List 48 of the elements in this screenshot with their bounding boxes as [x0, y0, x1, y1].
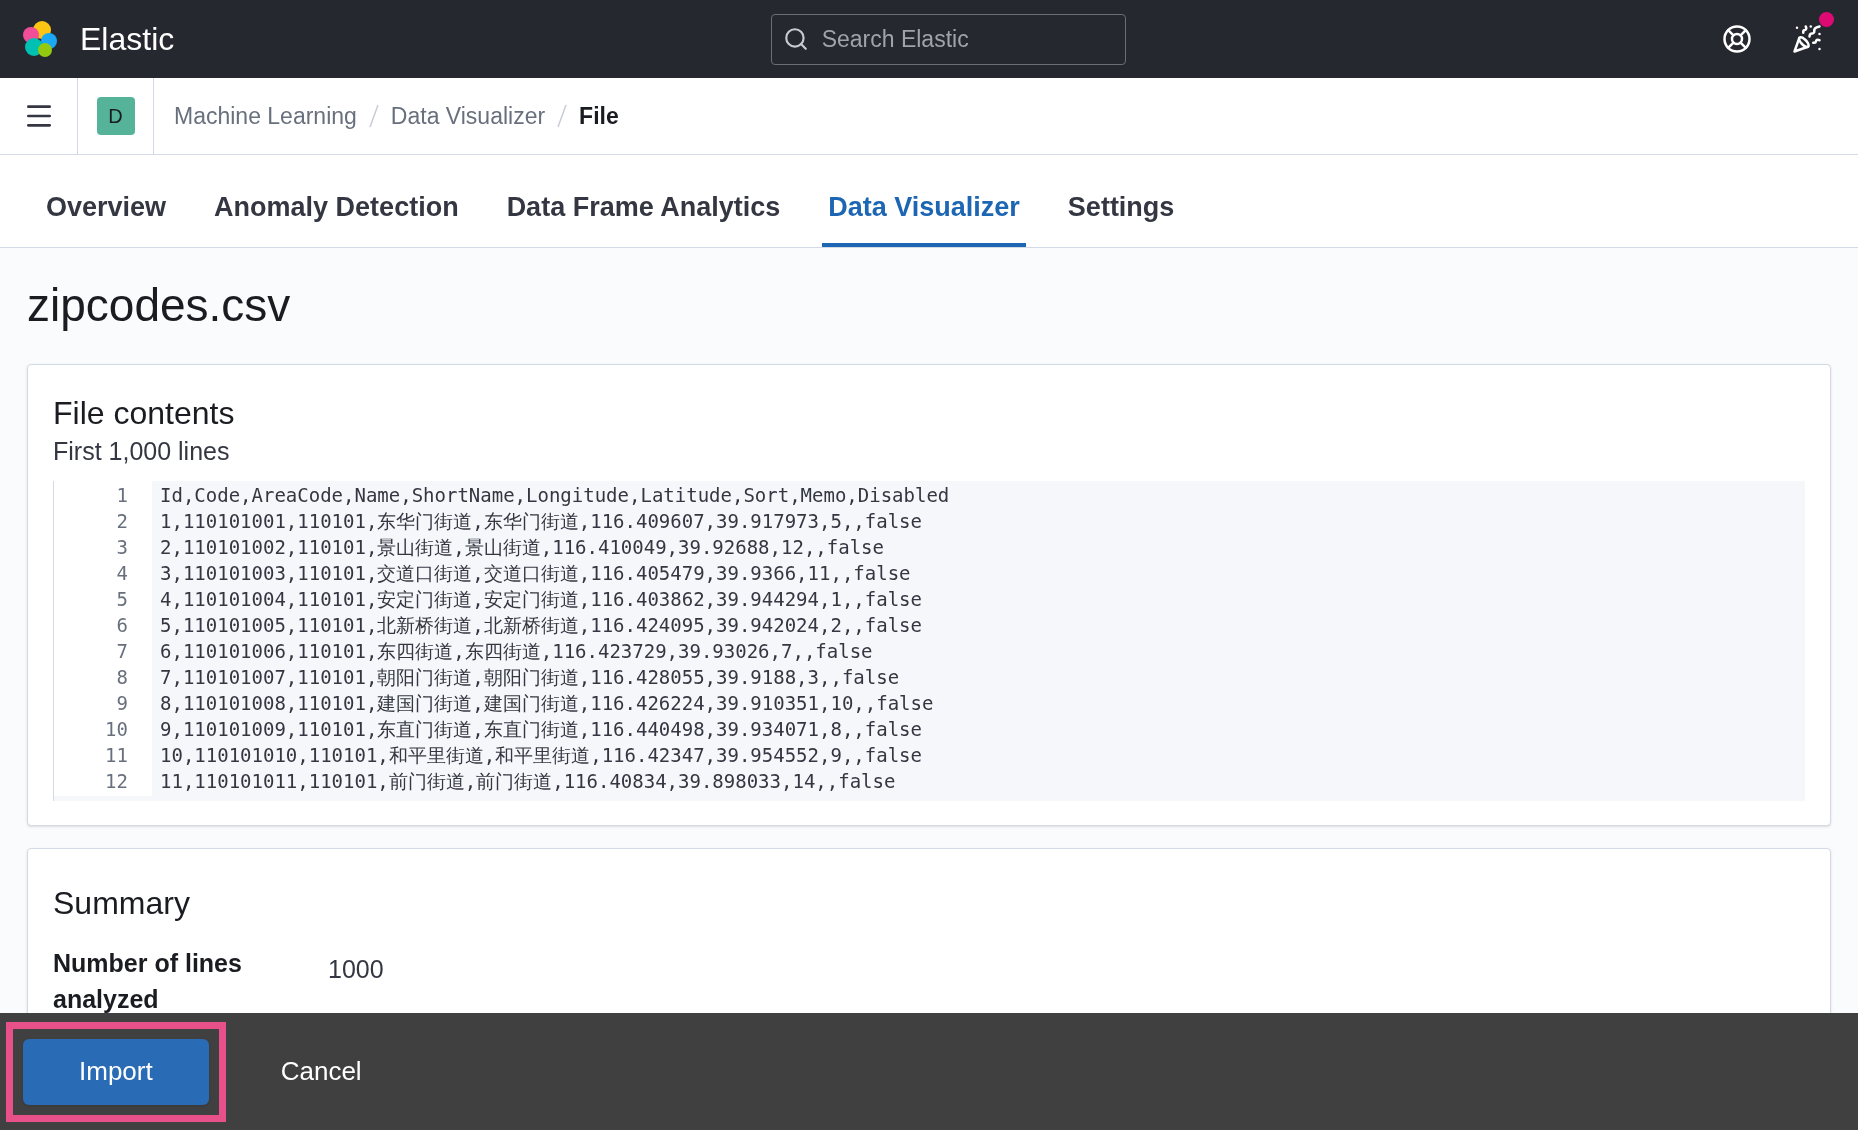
tab[interactable]: Anomaly Detection [208, 186, 465, 247]
card-title: Summary [53, 883, 191, 923]
line-number: 3 [54, 533, 152, 562]
line-number: 12 [54, 767, 152, 796]
tab[interactable]: Settings [1061, 186, 1181, 247]
line-number: 7 [54, 637, 152, 666]
brand-name: Elastic [80, 20, 175, 59]
import-button[interactable]: Import [23, 1038, 209, 1105]
line-number: 11 [54, 741, 152, 770]
code-line: 8,110101008,110101,建国门街道,建国门街道,116.426224,39.910351,10,,false [159, 691, 934, 717]
line-number: 1 [54, 481, 152, 510]
code-line: 9,110101009,110101,东直门街道,东直门街道,116.440498,39.934071,8,,false [159, 717, 922, 743]
breadcrumb-link[interactable]: Machine Learning [174, 98, 357, 134]
breadcrumb-link[interactable]: Data Visualizer [390, 98, 546, 134]
summary-label: Number of lines analyzed [53, 947, 243, 1013]
breadcrumb-separator-icon [368, 104, 379, 128]
breadcrumb-separator-icon [557, 104, 568, 128]
tab[interactable]: Data Frame Analytics [500, 186, 787, 247]
code-line: 6,110101006,110101,东四街道,东四街道,116.423729,39.93026,7,,false [159, 639, 873, 665]
line-number: 8 [54, 663, 152, 692]
code-line: Id,Code,AreaCode,Name,ShortName,Longitude,Latitude,Sort,Memo,Disabled [159, 483, 950, 509]
code-line: 7,110101007,110101,朝阳门街道,朝阳门街道,116.428055,39.9188,3,,false [159, 665, 900, 691]
tab[interactable]: Data Visualizer [822, 186, 1026, 247]
code-line: 1,110101001,110101,东华门街道,东华门街道,116.409607,39.917973,5,,false [159, 509, 922, 535]
cancel-button[interactable]: Cancel [256, 1038, 386, 1105]
code-line: 5,110101005,110101,北新桥街道,北新桥街道,116.424095,39.942024,2,,false [159, 613, 922, 639]
line-number: 9 [54, 689, 152, 718]
line-number: 5 [54, 585, 152, 614]
line-number: 6 [54, 611, 152, 640]
search-icon [782, 25, 809, 52]
summary-value: 1000 [328, 953, 384, 985]
logo-icon [20, 19, 60, 59]
space-avatar[interactable]: D [96, 97, 135, 135]
card-title: File contents [53, 394, 236, 433]
help-icon[interactable] [1722, 24, 1752, 54]
code-line: 2,110101002,110101,景山街道,景山街道,116.410049,39.92688,12,,false [159, 535, 884, 561]
newsfeed-icon[interactable] [1792, 24, 1822, 54]
search-field[interactable]: Search Elastic [770, 13, 1126, 65]
code-line: 10,110101010,110101,和平里街道,和平里街道,116.42347,39.954552,9,,false [159, 743, 922, 769]
tab[interactable]: Overview [40, 186, 173, 247]
line-number: 10 [54, 715, 152, 744]
breadcrumb-link[interactable]: File [579, 98, 619, 134]
code-line: 4,110101004,110101,安定门街道,安定门街道,116.403862,39.944294,1,,false [159, 587, 922, 613]
code-line: 11,110101011,110101,前门街道,前门街道,116.40834,39.898033,14,,false [159, 769, 896, 795]
line-number: 4 [54, 559, 152, 588]
code-line: 3,110101003,110101,交道口街道,交道口街道,116.405479,39.9366,11,,false [159, 561, 911, 587]
line-number: 2 [54, 507, 152, 536]
card-subtitle: First 1,000 lines [53, 436, 231, 467]
